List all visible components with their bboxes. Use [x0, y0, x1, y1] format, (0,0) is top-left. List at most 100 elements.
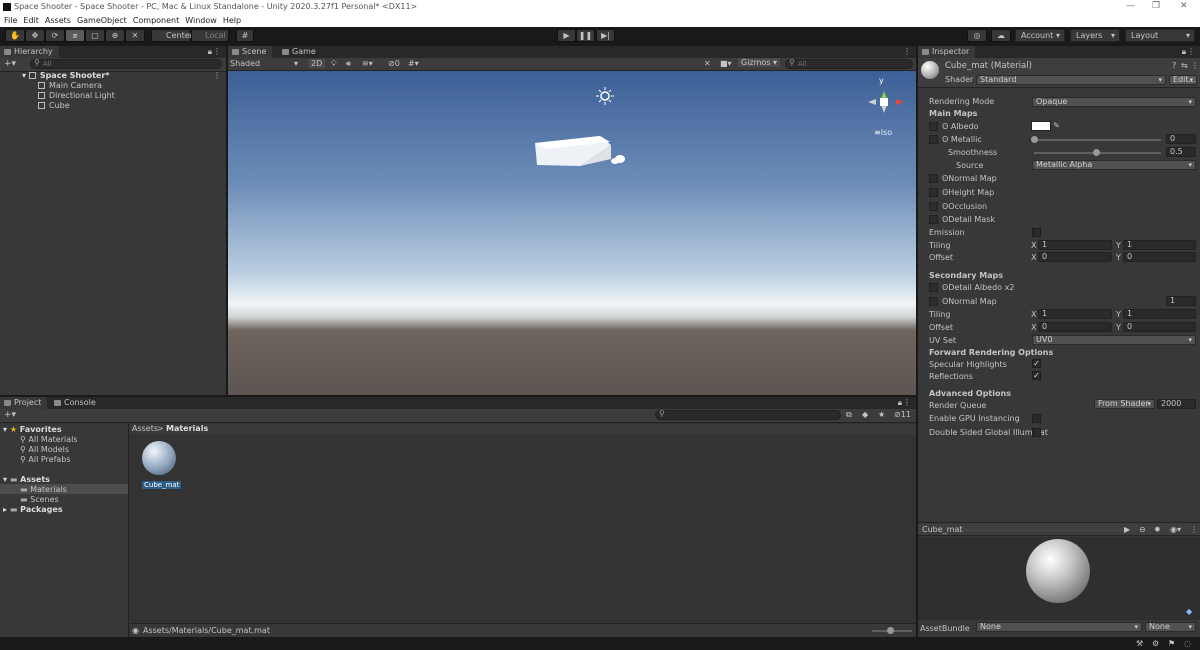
- label-tag-icon[interactable]: ◆: [1186, 607, 1192, 616]
- uv-set-dropdown[interactable]: UV0: [1032, 335, 1196, 345]
- albedo-color-swatch[interactable]: [1031, 121, 1051, 131]
- secondary-normal-scale-field[interactable]: 1: [1166, 296, 1196, 306]
- rotate-tool-icon[interactable]: ⟳: [45, 29, 65, 42]
- help-icon[interactable]: ?: [1172, 61, 1176, 70]
- secondary-offset-y-field[interactable]: 0: [1123, 322, 1196, 332]
- tab-game[interactable]: Game: [278, 46, 322, 58]
- scene-viewport[interactable]: y ≡Iso: [228, 71, 916, 395]
- rendering-mode-dropdown[interactable]: Opaque: [1032, 97, 1196, 107]
- add-icon[interactable]: +▾: [4, 59, 16, 69]
- play-button-icon[interactable]: ▶: [557, 29, 576, 42]
- favorites-node[interactable]: ▾ ★ Favorites: [3, 425, 62, 434]
- shading-mode-dropdown[interactable]: Shaded ▾: [230, 59, 302, 68]
- search-by-label-icon[interactable]: ◆: [862, 410, 868, 419]
- presets-icon[interactable]: ⇆: [1181, 61, 1188, 70]
- effects-icon[interactable]: ≋▾: [362, 59, 373, 68]
- inspector-lock-icon[interactable]: 🔒︎: [1182, 47, 1186, 57]
- collab-icon[interactable]: ◎: [967, 29, 987, 42]
- render-queue-field[interactable]: 2000: [1157, 399, 1196, 409]
- offset-y-field[interactable]: 0: [1123, 252, 1196, 262]
- cloud-icon[interactable]: ☁: [991, 29, 1011, 42]
- lighting-icon[interactable]: 💡︎: [331, 59, 337, 69]
- tools-icon[interactable]: ✕: [704, 59, 711, 68]
- layout-dropdown[interactable]: Layout: [1125, 29, 1195, 42]
- menu-edit[interactable]: Edit: [23, 16, 39, 25]
- menu-component[interactable]: Component: [133, 16, 179, 25]
- preview-drag-bar[interactable]: [962, 529, 1122, 531]
- shader-dropdown[interactable]: Standard: [976, 75, 1166, 85]
- favorite-all-models[interactable]: ⚲ All Models: [20, 445, 69, 454]
- audio-icon[interactable]: 🔊︎: [346, 59, 351, 69]
- height-map-slot[interactable]: [929, 188, 938, 197]
- tiling-y-field[interactable]: 1: [1123, 240, 1196, 250]
- tab-console[interactable]: Console: [50, 397, 102, 409]
- detail-mask-slot[interactable]: [929, 215, 938, 224]
- project-add-icon[interactable]: +▾: [4, 410, 16, 420]
- scene-search-input[interactable]: All: [785, 59, 913, 69]
- menu-gameobject[interactable]: GameObject: [77, 16, 127, 25]
- scale-tool-icon[interactable]: ⧈: [65, 29, 85, 42]
- metallic-field[interactable]: 0: [1166, 134, 1196, 144]
- scene-menu-icon[interactable]: ⋮: [213, 71, 221, 80]
- emission-checkbox[interactable]: [1032, 228, 1041, 237]
- material-preview[interactable]: ◆: [918, 537, 1200, 620]
- assets-node[interactable]: ▾ ▬ Assets: [3, 475, 50, 484]
- hierarchy-item-main-camera[interactable]: Main Camera: [38, 81, 102, 90]
- secondary-tiling-x-field[interactable]: 1: [1038, 309, 1112, 319]
- normal-map-slot[interactable]: [929, 174, 938, 183]
- favorite-all-materials[interactable]: ⚲ All Materials: [20, 435, 78, 444]
- tab-scene[interactable]: Scene: [228, 46, 273, 58]
- search-by-type-icon[interactable]: ⧉: [846, 410, 852, 420]
- gizmos-dropdown[interactable]: Gizmos ▾: [738, 58, 781, 67]
- layers-dropdown[interactable]: Layers: [1070, 29, 1120, 42]
- more-options-icon[interactable]: ⋮: [213, 47, 221, 56]
- header-more-icon[interactable]: ⋮: [1191, 61, 1199, 70]
- progress-icon[interactable]: ◌: [1184, 639, 1191, 648]
- detail-albedo-slot[interactable]: [929, 283, 938, 292]
- favorite-all-prefabs[interactable]: ⚲ All Prefabs: [20, 455, 71, 464]
- cube-object[interactable]: [535, 136, 625, 166]
- orientation-gizmo[interactable]: [868, 91, 904, 113]
- lock-icon[interactable]: 🔒︎: [208, 47, 212, 57]
- secondary-normal-map-slot[interactable]: [929, 297, 938, 306]
- hidden-objects-toggle[interactable]: ⊘0: [388, 59, 400, 68]
- specular-highlights-checkbox[interactable]: ✓: [1032, 359, 1041, 368]
- secondary-offset-x-field[interactable]: 0: [1038, 322, 1112, 332]
- breadcrumb-assets[interactable]: Assets: [132, 424, 158, 433]
- tiling-x-field[interactable]: 1: [1038, 240, 1112, 250]
- menu-window[interactable]: Window: [185, 16, 217, 25]
- debug-icon[interactable]: ⚑: [1168, 639, 1175, 648]
- preview-more-icon[interactable]: ⋮: [1190, 525, 1198, 534]
- maximize-icon[interactable]: ❐: [1152, 1, 1160, 11]
- asset-cube-mat[interactable]: [140, 441, 178, 479]
- preview-mesh-icon[interactable]: ⊖: [1139, 525, 1146, 534]
- camera-icon[interactable]: ■▾: [720, 59, 732, 68]
- minimize-icon[interactable]: —: [1126, 1, 1135, 11]
- pause-button-icon[interactable]: ❚❚: [576, 29, 595, 42]
- projection-label[interactable]: ≡Iso: [874, 128, 892, 137]
- hierarchy-item-directional-light[interactable]: Directional Light: [38, 91, 115, 100]
- eyedropper-icon[interactable]: ✎: [1053, 121, 1060, 130]
- render-queue-dropdown[interactable]: From Shader: [1094, 399, 1155, 409]
- offset-x-field[interactable]: 0: [1038, 252, 1112, 262]
- assetbundle-dropdown[interactable]: None: [976, 622, 1142, 632]
- account-dropdown[interactable]: Account: [1015, 29, 1065, 42]
- tab-inspector[interactable]: Inspector: [918, 46, 976, 58]
- step-button-icon[interactable]: ▶|: [596, 29, 615, 42]
- build-icon[interactable]: ⚒: [1136, 639, 1143, 648]
- cache-icon[interactable]: ⚙: [1152, 639, 1159, 648]
- menu-assets[interactable]: Assets: [45, 16, 71, 25]
- hidden-packages-toggle[interactable]: ⊘11: [894, 410, 911, 419]
- breadcrumb-materials[interactable]: Materials: [166, 424, 208, 433]
- grid-snap-icon[interactable]: #: [236, 29, 254, 42]
- secondary-tiling-y-field[interactable]: 1: [1123, 309, 1196, 319]
- pivot-local-button[interactable]: Local: [191, 29, 229, 42]
- menu-help[interactable]: Help: [223, 16, 241, 25]
- project-more-icon[interactable]: ⋮: [903, 398, 911, 407]
- tab-hierarchy[interactable]: Hierarchy: [0, 46, 59, 58]
- occlusion-slot[interactable]: [929, 202, 938, 211]
- transform-tool-icon[interactable]: ⊕: [105, 29, 125, 42]
- thumbnail-slider-knob[interactable]: [887, 627, 894, 634]
- project-search-input[interactable]: [655, 410, 841, 420]
- project-lock-icon[interactable]: 🔒︎: [898, 398, 902, 408]
